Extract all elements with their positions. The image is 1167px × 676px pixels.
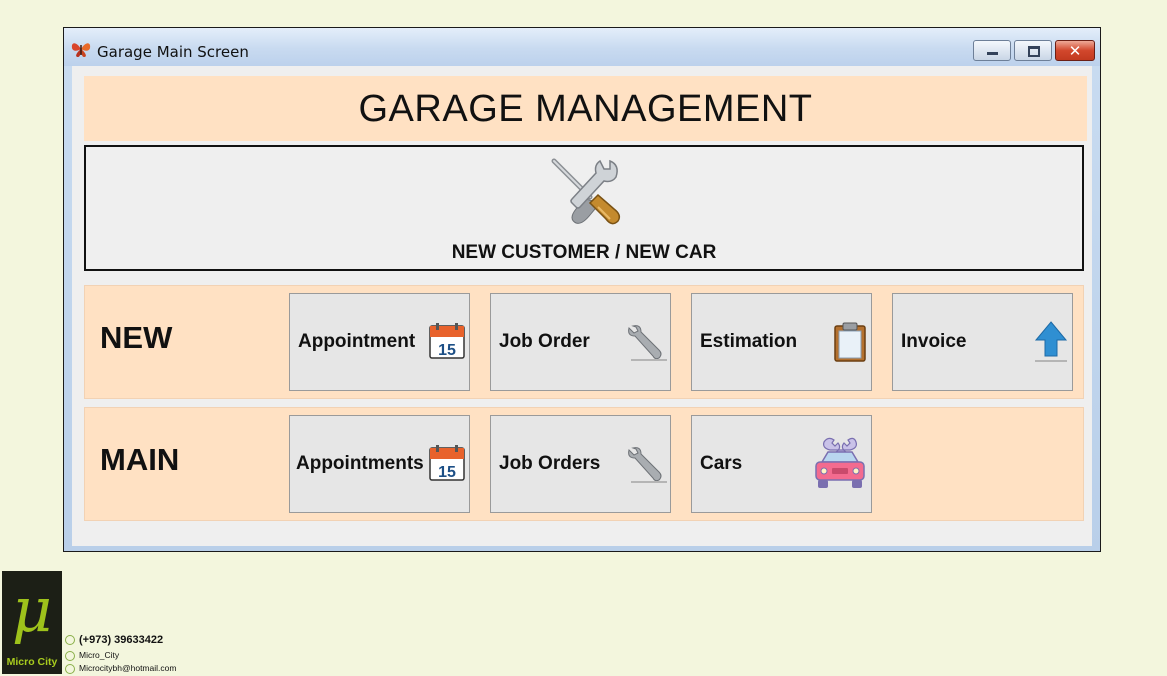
tile-label: Estimation — [700, 331, 798, 352]
email-icon — [65, 663, 75, 674]
main-section: MAIN Appointments 15 Job Orders Cars — [84, 407, 1084, 521]
logo-name: Micro City — [6, 656, 58, 668]
calendar-icon: 15 — [429, 323, 465, 359]
new-customer-button[interactable]: NEW CUSTOMER / NEW CAR — [84, 145, 1084, 271]
header-banner: GARAGE MANAGEMENT — [84, 76, 1087, 141]
new-estimation-button[interactable]: Estimation — [691, 293, 872, 391]
new-section-label: NEW — [100, 320, 173, 355]
social-handle: Micro_City — [79, 650, 120, 660]
tile-label: Job Order — [499, 331, 590, 352]
car-service-icon — [815, 437, 865, 488]
new-invoice-button[interactable]: Invoice — [892, 293, 1073, 391]
micro-city-logo: μ Micro City — [2, 571, 62, 674]
minimize-button[interactable] — [973, 40, 1011, 61]
phone-icon — [65, 635, 75, 646]
up-arrow-icon — [1034, 321, 1068, 362]
instagram-icon — [65, 650, 75, 661]
calendar-icon: 15 — [429, 445, 465, 481]
email-contact: Microcitybh@hotmail.com — [65, 663, 176, 676]
new-section: NEW Appointment 15 Job Order Estimation … — [84, 285, 1084, 399]
cars-button[interactable]: Cars — [691, 415, 872, 513]
clipboard-icon — [834, 322, 866, 362]
maximize-button[interactable] — [1014, 40, 1052, 61]
job-orders-button[interactable]: Job Orders — [490, 415, 671, 513]
main-section-label: MAIN — [100, 442, 180, 477]
window-client-area: GARAGE MANAGEMENT NEW CUSTOMER / NEW CAR… — [72, 66, 1092, 546]
wrench-icon — [628, 325, 667, 361]
tile-label: Appointment — [298, 331, 416, 352]
wrench-icon — [628, 447, 667, 483]
garage-main-window: Garage Main Screen ✕ GARAGE MANAGEMENT N… — [63, 27, 1101, 552]
new-customer-label: NEW CUSTOMER / NEW CAR — [451, 242, 717, 263]
tile-label: Cars — [700, 453, 743, 474]
calendar-day: 15 — [438, 464, 456, 481]
appointments-button[interactable]: Appointments 15 — [289, 415, 470, 513]
tile-label: Job Orders — [499, 453, 601, 474]
tools-icon — [551, 158, 621, 225]
page-title: GARAGE MANAGEMENT — [358, 88, 813, 130]
butterfly-icon — [71, 43, 91, 57]
phone-contact: (+973) 39633422 — [65, 634, 176, 650]
new-appointment-button[interactable]: Appointment 15 — [289, 293, 470, 391]
phone-number: (+973) 39633422 — [79, 634, 164, 646]
contact-info: (+973) 39633422 Micro_City Microcitybh@h… — [65, 634, 176, 676]
title-bar[interactable]: Garage Main Screen ✕ — [64, 28, 1100, 66]
calendar-day: 15 — [438, 342, 456, 359]
new-job-order-button[interactable]: Job Order — [490, 293, 671, 391]
close-button[interactable]: ✕ — [1055, 40, 1095, 61]
handle-contact: Micro_City — [65, 650, 176, 663]
logo-mark: μ — [11, 573, 53, 646]
close-icon: ✕ — [1068, 42, 1082, 60]
email-address: Microcitybh@hotmail.com — [79, 663, 177, 673]
tile-label: Invoice — [901, 331, 967, 352]
tile-label: Appointments — [296, 453, 424, 474]
window-title: Garage Main Screen — [97, 43, 249, 61]
